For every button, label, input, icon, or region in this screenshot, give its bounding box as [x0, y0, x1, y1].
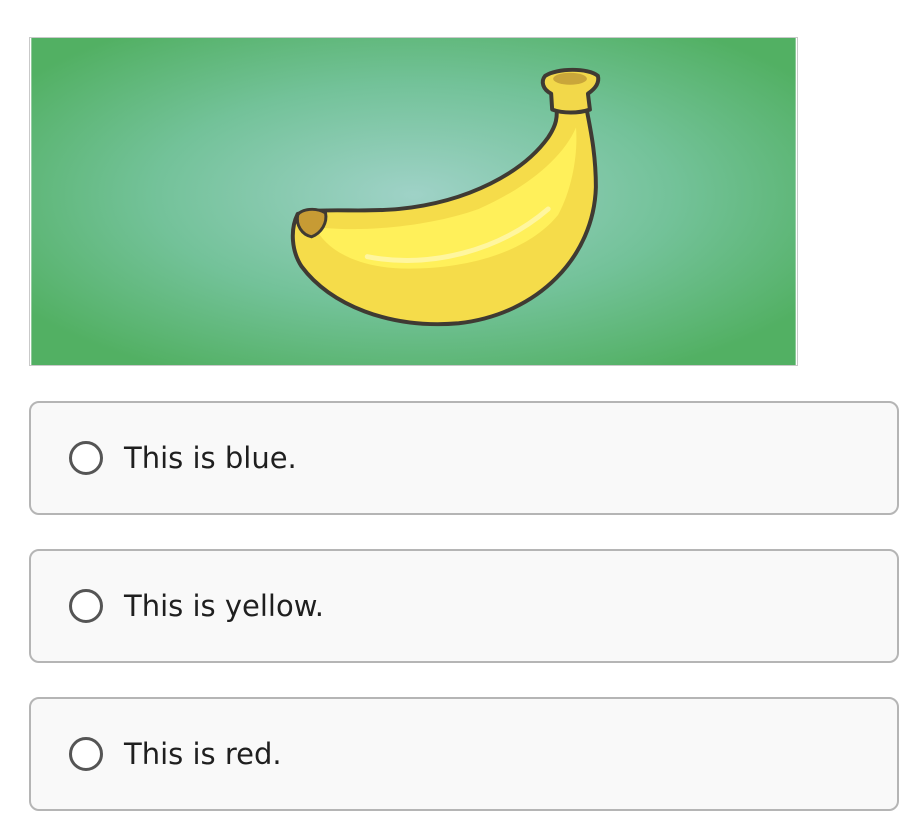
- answer-option-red[interactable]: This is red.: [29, 697, 899, 811]
- answer-option-label: This is yellow.: [124, 589, 324, 623]
- banana-stem-tip: [553, 72, 587, 85]
- question-image: [29, 37, 798, 366]
- answer-option-blue[interactable]: This is blue.: [29, 401, 899, 515]
- answer-option-label: This is red.: [124, 737, 282, 771]
- banana-illustration: [31, 38, 796, 365]
- radio-button[interactable]: [69, 441, 103, 475]
- answer-option-label: This is blue.: [124, 441, 297, 475]
- answer-option-yellow[interactable]: This is yellow.: [29, 549, 899, 663]
- radio-button[interactable]: [69, 737, 103, 771]
- radio-button[interactable]: [69, 589, 103, 623]
